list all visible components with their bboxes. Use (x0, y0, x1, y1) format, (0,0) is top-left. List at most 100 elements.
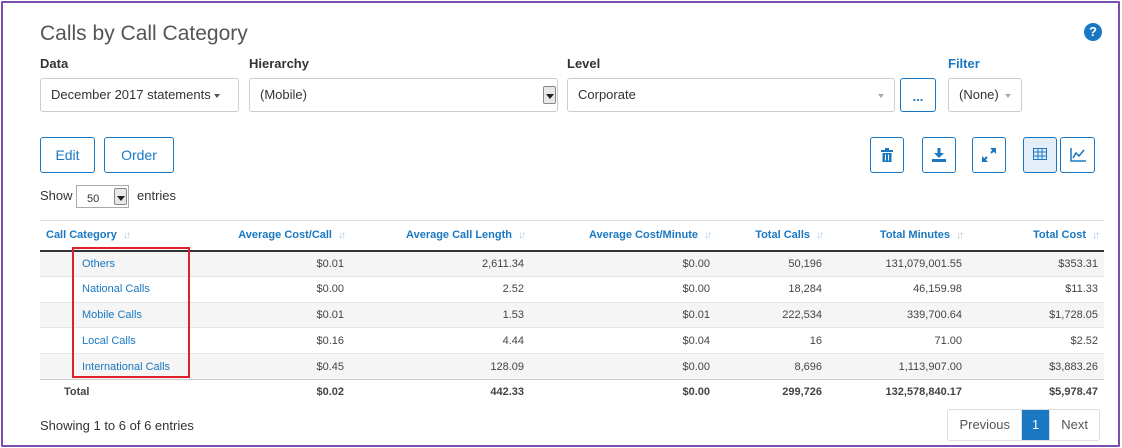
table-cell: $2.52 (968, 327, 1104, 354)
table-cell: $0.45 (202, 353, 350, 380)
sort-icon: ↓↑ (122, 230, 131, 242)
column-header-label: Average Cost/Call (238, 229, 332, 242)
table-view-button[interactable] (1023, 137, 1057, 173)
chart-view-icon (1069, 148, 1086, 162)
expand-button[interactable] (972, 137, 1006, 173)
table-view-icon (1033, 148, 1047, 160)
table-cell: 131,079,001.55 (828, 250, 968, 277)
sort-icon: ↓↑ (704, 230, 712, 242)
sort-icon: ↓↑ (338, 230, 346, 242)
delete-button[interactable] (870, 137, 904, 173)
table-cell: $0.04 (530, 327, 716, 354)
order-button[interactable]: Order (104, 137, 174, 173)
table-cell: $0.01 (202, 250, 350, 277)
table-cell: 1.53 (350, 301, 530, 328)
question-circle-icon[interactable]: ? (1084, 23, 1102, 41)
table-cell: 128.09 (350, 353, 530, 380)
table-cell: $0.01 (202, 301, 350, 328)
select-arrow-icon (543, 86, 556, 104)
table-cell: 339,700.64 (828, 301, 968, 328)
call-category-link[interactable]: Mobile Calls (40, 301, 202, 328)
hierarchy-select[interactable]: (Mobile) (249, 78, 558, 112)
column-header[interactable]: Average Cost/Call ↓↑ (202, 220, 350, 252)
show-label: Show (40, 188, 73, 203)
table-row: International Calls $0.45 128.09 $0.00 8,696… (40, 353, 1104, 380)
call-category-link[interactable]: International Calls (40, 353, 202, 380)
column-header[interactable]: Total Minutes ↓↑ (828, 220, 968, 252)
total-cell: 442.33 (350, 378, 530, 404)
data-dropdown[interactable]: December 2017 statements (40, 78, 239, 112)
entries-label: entries (137, 188, 177, 203)
column-header-label: Average Call Length (406, 229, 512, 242)
column-header-label: Total Calls (755, 229, 810, 242)
table-row: National Calls $0.00 2.52 $0.00 18,284 46,159… (40, 275, 1104, 303)
table-cell: 46,159.98 (828, 275, 968, 303)
table-cell: 2,611.34 (350, 250, 530, 277)
table-cell: 71.00 (828, 327, 968, 354)
data-dropdown-value: December 2017 statements (51, 87, 211, 102)
sort-icon: ↓↑ (956, 230, 964, 242)
table-cell: 222,534 (716, 301, 828, 328)
download-button[interactable] (922, 137, 956, 173)
table-cell: 18,284 (716, 275, 828, 303)
table-cell: $0.00 (202, 275, 350, 303)
table-cell: $0.16 (202, 327, 350, 354)
hierarchy-label: Hierarchy (249, 56, 309, 71)
total-row: Total $0.02 442.33 $0.00 299,726 132,578,840.… (40, 378, 1104, 404)
total-cell: 299,726 (716, 378, 828, 404)
call-category-link[interactable]: Others (40, 250, 202, 277)
call-category-table: Call Category ↓↑ Average Cost/Call ↓↑ Averag… (40, 220, 1104, 404)
sort-icon: ↓↑ (1092, 230, 1100, 242)
trash-icon (881, 148, 893, 162)
expand-icon (982, 148, 996, 162)
column-header[interactable]: Total Cost ↓↑ (968, 220, 1104, 252)
table-cell: 2.52 (350, 275, 530, 303)
table-cell: 16 (716, 327, 828, 354)
table-cell: 1,113,907.00 (828, 353, 968, 380)
download-icon (932, 148, 946, 162)
table-info: Showing 1 to 6 of 6 entries (40, 418, 194, 433)
level-browse-button[interactable]: ... (900, 78, 936, 112)
sort-icon: ↓↑ (816, 230, 824, 242)
total-cell: 132,578,840.17 (828, 378, 968, 404)
table-cell: $1,728.05 (968, 301, 1104, 328)
pagination: Previous 1 Next (947, 409, 1100, 441)
call-category-link[interactable]: Local Calls (40, 327, 202, 354)
level-dropdown-value: Corporate (578, 87, 636, 102)
next-button[interactable]: Next (1049, 410, 1099, 440)
table-cell: $11.33 (968, 275, 1104, 303)
total-label: Total (40, 378, 202, 404)
page-length-value: 50 (87, 193, 100, 205)
table-cell: 4.44 (350, 327, 530, 354)
filter-label[interactable]: Filter (948, 56, 980, 71)
chevron-down-icon (213, 93, 220, 98)
level-dropdown[interactable]: Corporate (567, 78, 895, 112)
column-header-label: Average Cost/Minute (588, 229, 698, 242)
column-header[interactable]: Call Category ↓↑ (40, 220, 202, 252)
column-header[interactable]: Average Cost/Minute ↓↑ (530, 220, 716, 252)
filter-dropdown-value: (None) (959, 87, 999, 102)
edit-button[interactable]: Edit (40, 137, 95, 173)
hierarchy-select-value: (Mobile) (260, 87, 307, 102)
page-1-button[interactable]: 1 (1022, 410, 1050, 440)
filter-dropdown[interactable]: (None) (948, 78, 1022, 112)
table-cell: $3,883.26 (968, 353, 1104, 380)
table-row: Others $0.01 2,611.34 $0.00 50,196 131,079,00… (40, 250, 1104, 277)
column-header-label: Total Cost (1033, 229, 1086, 242)
column-header[interactable]: Total Calls ↓↑ (716, 220, 828, 252)
level-label: Level (567, 56, 601, 71)
table-cell: $0.00 (530, 275, 716, 303)
previous-button[interactable]: Previous (948, 410, 1023, 440)
table-cell: $0.00 (530, 250, 716, 277)
select-arrow-icon (114, 188, 127, 205)
table-row: Local Calls $0.16 4.44 $0.04 16 71.00 $2.52 (40, 327, 1104, 354)
table-cell: $353.31 (968, 250, 1104, 277)
report-panel: Calls by Call Category ? Data Hierarchy … (1, 1, 1120, 447)
table-cell: $0.01 (530, 301, 716, 328)
page-length-select[interactable]: 50 (76, 185, 129, 208)
call-category-link[interactable]: National Calls (40, 275, 202, 303)
sort-icon: ↓↑ (518, 230, 526, 242)
chart-view-button[interactable] (1060, 137, 1095, 173)
column-header[interactable]: Average Call Length ↓↑ (350, 220, 530, 252)
chevron-down-icon (1004, 93, 1011, 98)
